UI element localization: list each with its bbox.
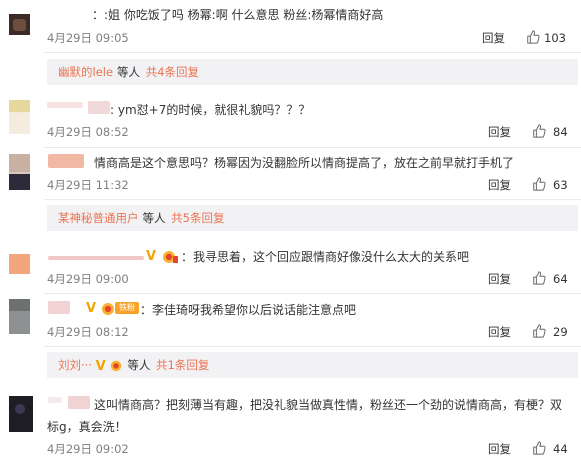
vip-crown-icon <box>163 251 178 263</box>
thumb-up-icon[interactable] <box>532 271 546 285</box>
reply-button[interactable]: 回复 <box>488 441 511 457</box>
subreply-count-link[interactable]: 共1条回复 <box>154 358 209 372</box>
reply-button[interactable]: 回复 <box>488 271 511 287</box>
like-count: 29 <box>553 325 568 339</box>
subreply-user[interactable]: 幽默的lele <box>47 65 113 79</box>
divider <box>44 346 581 347</box>
comment-date: 4月29日 08:12 <box>47 325 129 339</box>
avatar[interactable] <box>9 154 30 190</box>
thumb-up-icon[interactable] <box>532 177 546 191</box>
comment-date: 4月29日 09:05 <box>47 31 129 45</box>
verified-v-icon: V <box>86 301 97 316</box>
blurred-username[interactable] <box>48 397 62 403</box>
fan-badge: 铁粉 <box>115 302 139 314</box>
vip-crown-icon <box>102 303 114 315</box>
comment-text: ：李佳琦呀我希望你以后说话能注意点吧 <box>140 303 357 317</box>
vip-crown-icon <box>111 360 122 372</box>
blurred-username[interactable] <box>88 101 110 114</box>
avatar[interactable] <box>9 254 30 274</box>
avatar[interactable] <box>9 299 30 334</box>
like-count: 103 <box>544 31 566 45</box>
avatar[interactable] <box>9 396 33 432</box>
thumb-up-icon[interactable] <box>532 441 546 455</box>
subreply-others: 等人 <box>117 65 141 79</box>
reply-button[interactable]: 回复 <box>488 177 511 193</box>
blurred-username[interactable] <box>48 256 144 260</box>
divider <box>44 52 581 53</box>
avatar[interactable] <box>9 14 30 35</box>
comment-date: 4月29日 09:00 <box>47 272 129 286</box>
reply-button[interactable]: 回复 <box>488 324 511 340</box>
subreply-box[interactable]: 某神秘普通用户 等人 共5条回复 <box>47 205 578 231</box>
like-count: 84 <box>553 125 568 139</box>
comment-text: ：:姐 你吃饭了吗 杨幂:啊 什么意思 粉丝:杨幂情商好高 <box>92 8 384 22</box>
comment-text: 标g，真会洗！ <box>47 420 127 434</box>
blurred-username[interactable] <box>68 396 90 409</box>
like-count: 44 <box>553 442 568 456</box>
comment-text: ：我寻思着，这个回应跟情商好像没什么太大的关系吧 <box>181 250 470 264</box>
subreply-user[interactable]: 刘刘··· <box>47 358 92 372</box>
like-count: 64 <box>553 272 568 286</box>
thumb-up-icon[interactable] <box>532 324 546 338</box>
avatar[interactable] <box>9 100 30 134</box>
subreply-box[interactable]: 幽默的lele 等人 共4条回复 <box>47 59 578 85</box>
blurred-username[interactable] <box>48 154 84 168</box>
divider <box>44 199 581 200</box>
thumb-up-icon[interactable] <box>532 124 546 138</box>
subreply-user[interactable]: 某神秘普通用户 <box>47 211 139 225</box>
divider <box>44 147 581 148</box>
comment-text: : ym怼+7的时候，就很礼貌吗？？？ <box>110 103 311 117</box>
comment-date: 4月29日 09:02 <box>47 442 129 456</box>
blurred-username[interactable] <box>48 301 70 314</box>
blurred-username[interactable] <box>47 102 83 108</box>
subreply-others: 等人 <box>142 211 166 225</box>
subreply-count-link[interactable]: 共4条回复 <box>144 65 199 79</box>
comment-text: 情商高是这个意思吗？杨幂因为没翻脸所以情商提高了，放在之前早就打手机了 <box>94 156 515 170</box>
subreply-others: 等人 <box>127 358 151 372</box>
subreply-box[interactable]: 刘刘··· V 等人 共1条回复 <box>47 352 578 378</box>
like-count: 63 <box>553 178 568 192</box>
subreply-count-link[interactable]: 共5条回复 <box>169 211 224 225</box>
thumb-up-icon[interactable] <box>526 30 540 44</box>
verified-v-icon: V <box>95 359 106 374</box>
reply-button[interactable]: 回复 <box>482 30 505 46</box>
comment-date: 4月29日 11:32 <box>47 178 129 192</box>
comment-date: 4月29日 08:52 <box>47 125 129 139</box>
comment-text: 这叫情商高？把刻薄当有趣，把没礼貌当做真性情，粉丝还一个劲的说情商高，有梗？双 <box>94 398 563 412</box>
divider <box>44 293 581 294</box>
reply-button[interactable]: 回复 <box>488 124 511 140</box>
verified-v-icon: V <box>146 249 157 264</box>
